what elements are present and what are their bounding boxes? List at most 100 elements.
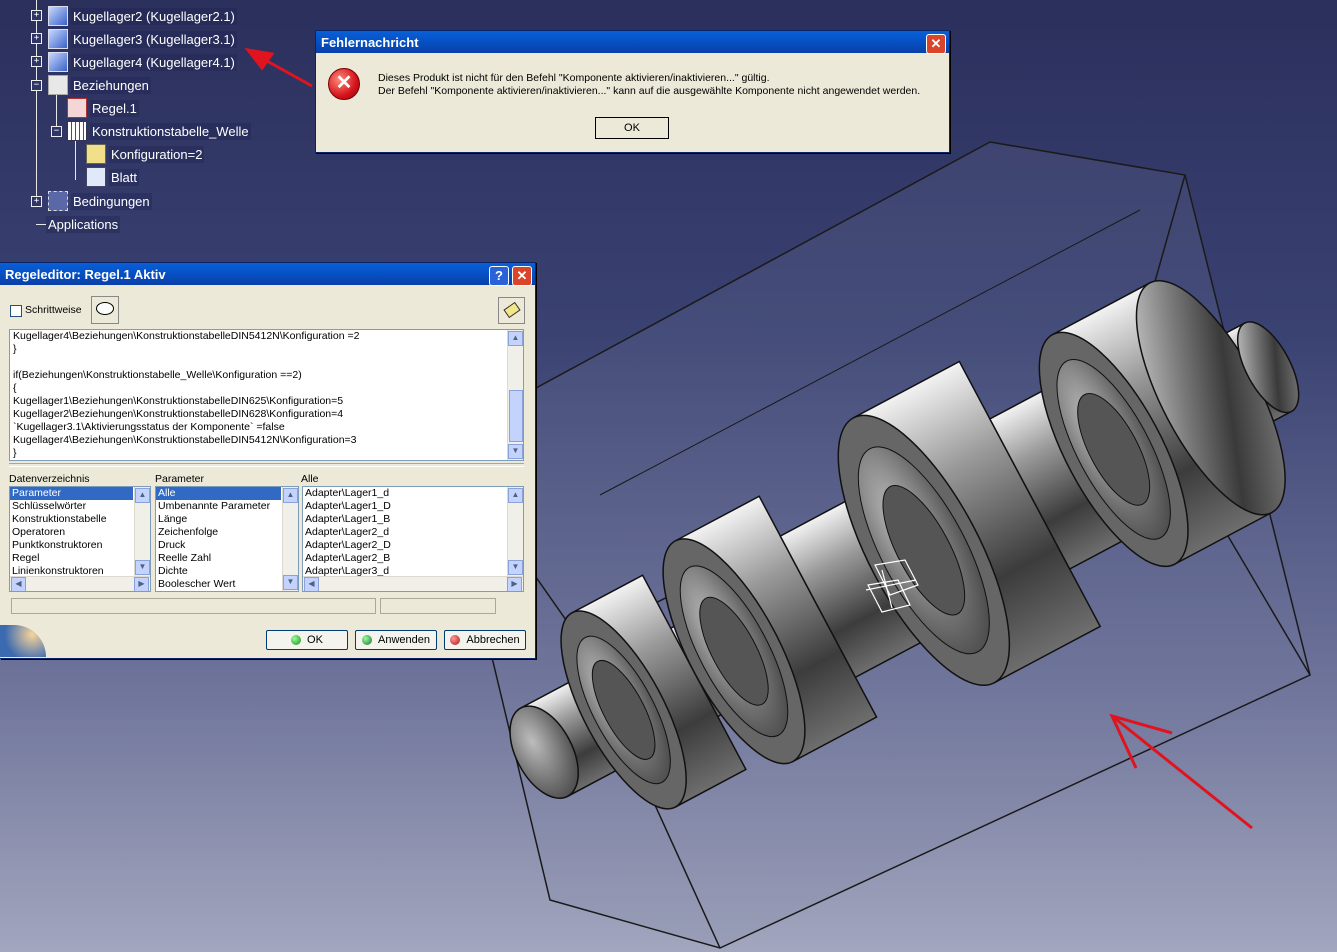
specification-tree: + Kugellager2 (Kugellager2.1) + Kugellag… [0,0,300,240]
list-item[interactable]: Regel [10,552,150,565]
rule-editor-dialog: Regeleditor: Regel.1 Aktiv ? ✕ Schrittwe… [0,262,536,659]
design-table-icon [67,121,87,141]
scroll-up-arrow-icon[interactable]: ▲ [135,488,150,503]
rule-icon [67,98,87,118]
list-item[interactable]: Umbenannte Parameter [156,500,298,513]
product-icon [48,6,68,26]
rule-code-editor[interactable]: Kugellager4\Beziehungen\Konstruktionstab… [9,329,524,461]
scroll-right-arrow-icon[interactable]: ▶ [507,577,522,591]
code-line: } [13,447,17,459]
comment-button[interactable] [91,296,119,324]
code-line: Kugellager4\Beziehungen\Konstruktionstab… [13,434,357,446]
list-item[interactable]: Länge [156,513,298,526]
scroll-down-arrow-icon[interactable]: ▼ [283,575,298,590]
error-dialog-title: Fehlernachricht [321,34,419,50]
list-item[interactable]: Dichte [156,565,298,578]
tree-collapse-toggle[interactable]: − [51,126,62,137]
tree-item-kugellager3[interactable]: Kugellager3 (Kugellager3.1) [48,29,237,49]
parameter-type-list[interactable]: Alle Umbenannte Parameter Länge Zeichenf… [155,486,299,592]
error-ok-button[interactable]: OK [595,117,669,139]
error-dialog-close-button[interactable]: ✕ [926,34,946,54]
tree-item-konfiguration[interactable]: Konfiguration=2 [86,144,205,164]
error-dialog-titlebar[interactable]: Fehlernachricht [316,31,949,53]
scroll-up-arrow-icon[interactable]: ▲ [508,331,523,346]
divider [9,463,524,467]
tree-item-kugellager2[interactable]: Kugellager2 (Kugellager2.1) [48,6,237,26]
tree-item-blatt[interactable]: Blatt [86,167,140,187]
list-item[interactable]: Konstruktionstabelle [10,513,150,526]
tree-item-label: Applications [46,215,121,233]
error-icon: ✕ [328,68,360,100]
tree-item-beziehungen[interactable]: Beziehungen [48,75,151,95]
list-item[interactable]: Operatoren [10,526,150,539]
list-item[interactable]: Parameter [10,487,133,500]
tree-expand-toggle[interactable]: + [31,10,42,21]
list-item[interactable]: Schlüsselwörter [10,500,150,513]
scroll-left-arrow-icon[interactable]: ◀ [304,577,319,591]
tree-item-label: Kugellager3 (Kugellager3.1) [71,30,237,48]
scroll-down-arrow-icon[interactable]: ▼ [508,560,523,575]
data-directory-list[interactable]: Parameter Schlüsselwörter Konstruktionst… [9,486,151,592]
green-dot-icon [291,635,302,645]
tree-item-applications[interactable]: Applications [46,214,121,234]
tree-expand-toggle[interactable]: + [31,56,42,67]
scroll-up-arrow-icon[interactable]: ▲ [283,488,298,503]
tree-item-label: Kugellager2 (Kugellager2.1) [71,7,237,25]
scroll-right-arrow-icon[interactable]: ▶ [134,577,149,591]
tree-item-regel[interactable]: Regel.1 [67,98,139,118]
eraser-icon [503,301,521,319]
ok-button-label: OK [307,634,323,646]
step-checkbox[interactable] [10,305,22,317]
list-horizontal-scrollbar[interactable]: ◀ ▶ [10,576,150,591]
tree-expand-toggle[interactable]: + [31,196,42,207]
list-item[interactable]: Druck [156,539,298,552]
tree-item-label: Blatt [109,168,140,186]
tree-item-bedingungen[interactable]: Bedingungen [48,191,152,211]
rule-editor-close-button[interactable]: ✕ [512,266,532,286]
list-item[interactable]: Boolescher Wert [156,578,298,591]
ok-button[interactable]: OK [266,630,348,650]
list-item[interactable]: Punktkonstruktoren [10,539,150,552]
list-item[interactable]: Adapter\Lager1_d [303,487,523,500]
list-item[interactable]: Reelle Zahl [156,552,298,565]
code-vertical-scrollbar[interactable]: ▲ ▼ [507,330,523,460]
list-item[interactable]: Adapter\Lager1_B [303,513,523,526]
list-item[interactable]: Adapter\Lager2_d [303,526,523,539]
tree-item-kugellager4[interactable]: Kugellager4 (Kugellager4.1) [48,52,237,72]
code-line: Kugellager4\Beziehungen\Konstruktionstab… [13,330,360,342]
code-line: Kugellager1\Beziehungen\Konstruktionstab… [13,395,344,407]
parameter-label: Parameter [155,473,205,485]
parameter-value-list[interactable]: Adapter\Lager1_d Adapter\Lager1_D Adapte… [302,486,524,592]
tree-collapse-toggle[interactable]: − [31,80,42,91]
list-item[interactable]: Adapter\Lager2_D [303,539,523,552]
eraser-button[interactable] [498,297,525,324]
relations-icon [48,75,68,95]
product-icon [48,52,68,72]
apply-button[interactable]: Anwenden [355,630,437,650]
error-message-line-1: Dieses Produkt ist nicht für den Befehl … [378,72,770,84]
scroll-down-arrow-icon[interactable]: ▼ [508,444,523,459]
status-field [11,598,376,614]
cancel-button[interactable]: Abbrechen [444,630,526,650]
scroll-left-arrow-icon[interactable]: ◀ [11,577,26,591]
list-horizontal-scrollbar[interactable]: ◀ ▶ [303,576,523,591]
tree-expand-toggle[interactable]: + [31,33,42,44]
help-button[interactable]: ? [489,266,509,286]
scroll-thumb[interactable] [509,390,523,442]
tree-item-konstruktionstabelle[interactable]: Konstruktionstabelle_Welle [67,121,251,141]
list-item[interactable]: Adapter\Lager2_B [303,552,523,565]
step-checkbox-label: Schrittweise [25,304,82,316]
scroll-up-arrow-icon[interactable]: ▲ [508,488,523,503]
code-line: `Kugellager3.1\Aktivierungsstatus der Ko… [13,421,285,433]
list-item[interactable]: Zeichenfolge [156,526,298,539]
list-item[interactable]: Alle [156,487,281,500]
scroll-down-arrow-icon[interactable]: ▼ [135,560,150,575]
list-vertical-scrollbar[interactable]: ▲ ▼ [134,487,150,576]
apply-button-label: Anwenden [378,634,430,646]
code-line: if(Beziehungen\Konstruktionstabelle_Well… [13,369,302,381]
list-vertical-scrollbar[interactable]: ▲ ▼ [282,487,298,591]
list-item[interactable]: Adapter\Lager1_D [303,500,523,513]
cancel-button-label: Abbrechen [466,634,520,646]
list-vertical-scrollbar[interactable]: ▲ ▼ [507,487,523,576]
rule-editor-titlebar[interactable]: Regeleditor: Regel.1 Aktiv [0,263,535,285]
